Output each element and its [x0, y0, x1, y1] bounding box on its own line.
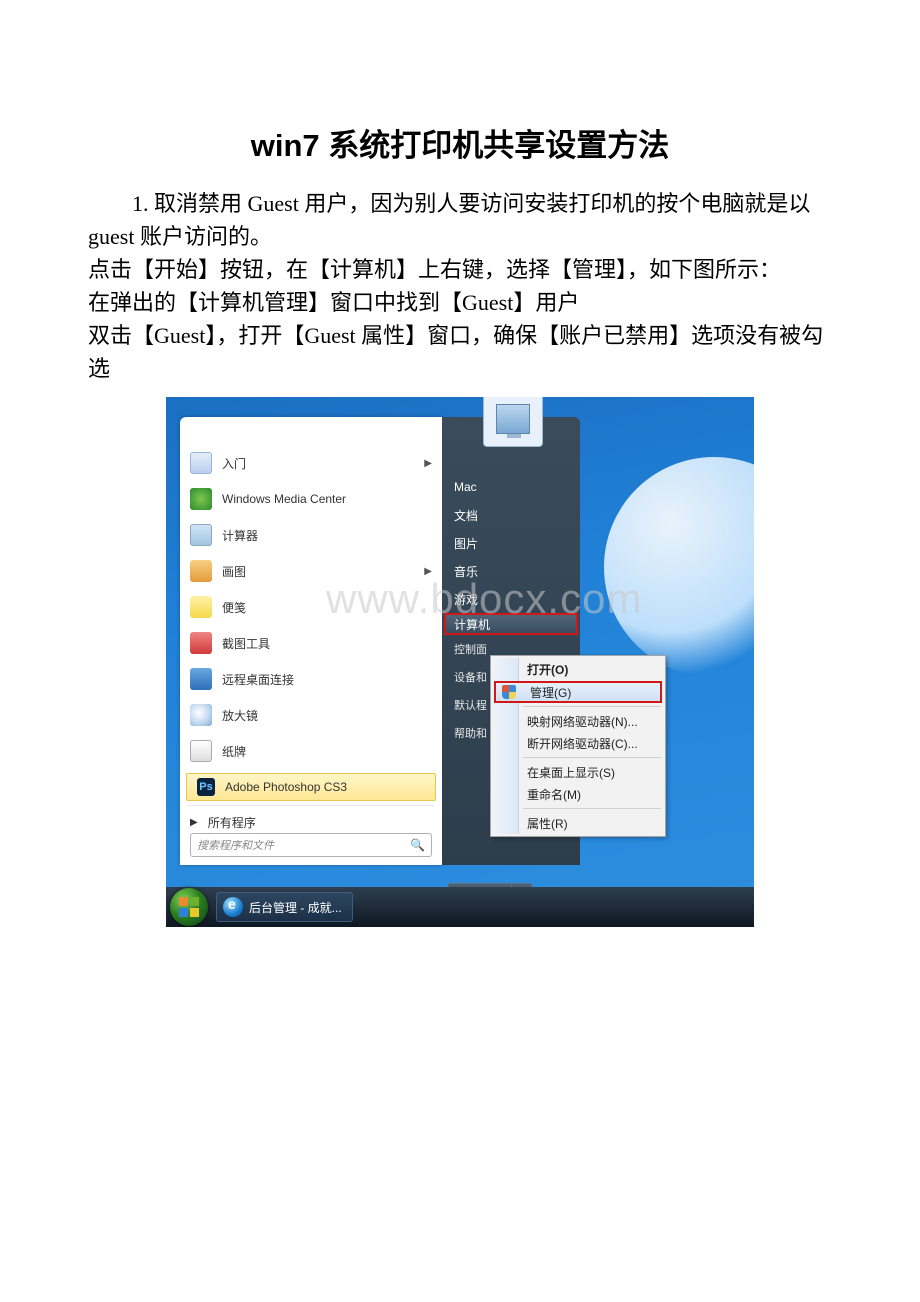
right-item-computer[interactable]: 计算机 [444, 613, 578, 635]
context-menu: 打开(O) 管理(G) 映射网络驱动器(N)... 断开网络驱动器(C)... … [490, 655, 666, 837]
ctx-show-desktop[interactable]: 在桌面上显示(S) [493, 761, 663, 783]
start-item-wmc[interactable]: Windows Media Center [180, 481, 442, 517]
separator [188, 805, 434, 806]
ctx-map-drive[interactable]: 映射网络驱动器(N)... [493, 710, 663, 732]
context-separator [523, 706, 661, 707]
search-input[interactable]: 搜索程序和文件 🔍 [190, 833, 432, 857]
start-item-label: 计算器 [222, 527, 258, 544]
ctx-manage[interactable]: 管理(G) [494, 681, 662, 703]
sticky-notes-icon [190, 596, 212, 618]
start-item-label: 入门 [222, 455, 246, 472]
screenshot-figure: 入门 ▶ Windows Media Center 计算器 画图 ▶ 便笺 [166, 397, 754, 927]
start-item-label: 纸牌 [222, 743, 246, 760]
start-item-label: 截图工具 [222, 635, 270, 652]
start-orb[interactable] [170, 888, 208, 926]
internet-explorer-icon [223, 897, 243, 917]
photoshop-icon: Ps [197, 778, 215, 796]
submenu-arrow-icon: ▶ [424, 566, 432, 577]
ctx-open[interactable]: 打开(O) [493, 658, 663, 680]
all-programs-arrow-icon: ▶ [190, 817, 198, 828]
user-avatar[interactable] [483, 397, 543, 447]
start-item-sticky-notes[interactable]: 便笺 [180, 589, 442, 625]
computer-avatar-icon [496, 404, 530, 434]
start-item-label: Adobe Photoshop CS3 [225, 780, 347, 794]
search-placeholder: 搜索程序和文件 [197, 837, 274, 853]
start-item-label: 便笺 [222, 599, 246, 616]
wmc-icon [190, 488, 212, 510]
start-item-paint[interactable]: 画图 ▶ [180, 553, 442, 589]
remote-desktop-icon [190, 668, 212, 690]
context-separator [523, 808, 661, 809]
start-menu-left-panel: 入门 ▶ Windows Media Center 计算器 画图 ▶ 便笺 [180, 417, 442, 865]
getting-started-icon [190, 452, 212, 474]
user-name[interactable]: Mac [442, 473, 580, 501]
paint-icon [190, 560, 212, 582]
submenu-arrow-icon: ▶ [424, 458, 432, 469]
ctx-manage-label: 管理(G) [530, 684, 571, 701]
calculator-icon [190, 524, 212, 546]
ctx-rename[interactable]: 重命名(M) [493, 783, 663, 805]
all-programs-label: 所有程序 [208, 814, 256, 831]
right-item-pictures[interactable]: 图片 [442, 529, 580, 557]
start-item-magnifier[interactable]: 放大镜 [180, 697, 442, 733]
wallpaper-decor [604, 457, 754, 677]
taskbar: 后台管理 - 成就... [166, 887, 754, 927]
start-item-label: 放大镜 [222, 707, 258, 724]
uac-shield-icon [502, 685, 516, 699]
taskbar-app-label: 后台管理 - 成就... [249, 899, 342, 916]
start-item-label: 画图 [222, 563, 246, 580]
doc-paragraph-2: 点击【开始】按钮，在【计算机】上右键，选择【管理】，如下图所示： [88, 253, 832, 286]
doc-paragraph-4: 双击【Guest】，打开【Guest 属性】窗口，确保【账户已禁用】选项没有被勾… [88, 319, 832, 385]
start-item-label: Windows Media Center [222, 492, 346, 506]
solitaire-icon [190, 740, 212, 762]
search-icon: 🔍 [410, 838, 425, 853]
snipping-tool-icon [190, 632, 212, 654]
start-item-label: 远程桌面连接 [222, 671, 294, 688]
context-separator [523, 757, 661, 758]
ctx-disconnect-drive[interactable]: 断开网络驱动器(C)... [493, 732, 663, 754]
ctx-properties[interactable]: 属性(R) [493, 812, 663, 834]
all-programs[interactable]: ▶ 所有程序 [180, 808, 442, 836]
start-item-photoshop[interactable]: Ps Adobe Photoshop CS3 [186, 773, 436, 801]
start-item-getting-started[interactable]: 入门 ▶ [180, 445, 442, 481]
right-item-documents[interactable]: 文档 [442, 501, 580, 529]
start-item-rdp[interactable]: 远程桌面连接 [180, 661, 442, 697]
start-item-snipping-tool[interactable]: 截图工具 [180, 625, 442, 661]
right-item-games[interactable]: 游戏 [442, 585, 580, 613]
right-item-music[interactable]: 音乐 [442, 557, 580, 585]
doc-paragraph-3: 在弹出的【计算机管理】窗口中找到【Guest】用户 [88, 286, 832, 319]
start-item-calculator[interactable]: 计算器 [180, 517, 442, 553]
doc-title: win7 系统打印机共享设置方法 [88, 120, 832, 165]
doc-paragraph-1: 1. 取消禁用 Guest 用户，因为别人要访问安装打印机的按个电脑就是以 gu… [88, 187, 832, 253]
start-item-solitaire[interactable]: 纸牌 [180, 733, 442, 769]
taskbar-app-button[interactable]: 后台管理 - 成就... [216, 892, 353, 922]
magnifier-icon [190, 704, 212, 726]
